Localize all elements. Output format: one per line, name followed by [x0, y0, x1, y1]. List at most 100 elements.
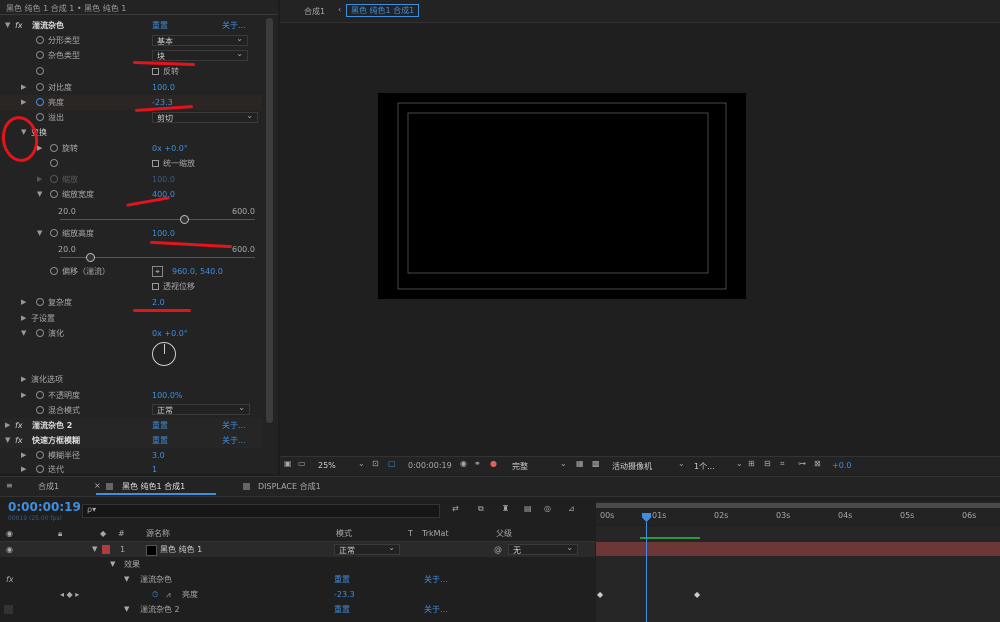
stopwatch-icon[interactable] [36, 36, 44, 44]
stopwatch-icon[interactable]: ⏱ [152, 587, 158, 602]
noise-type-dropdown[interactable]: 块 [152, 48, 248, 61]
perspective-checkbox[interactable] [152, 283, 159, 290]
panel-scrollbar[interactable] [266, 18, 273, 423]
expand-triangle-icon[interactable]: ▶ [21, 95, 26, 110]
keyframe-icon[interactable]: ◆ [597, 590, 603, 599]
reset-link[interactable]: 重置 [334, 572, 350, 587]
sub-settings-row[interactable]: ▶ 子设置 [0, 311, 262, 326]
search-input[interactable]: ρ▾ [82, 504, 440, 518]
fx-icon[interactable]: fx [15, 418, 23, 433]
zoom-select[interactable]: 25% [318, 461, 336, 470]
fractal-type-dropdown[interactable]: 基本 [152, 33, 248, 46]
collapse-triangle-icon[interactable]: ▼ [92, 542, 97, 557]
stopwatch-icon[interactable] [50, 144, 58, 152]
pixel-aspect-icon[interactable]: ⊟ [764, 459, 771, 468]
frame-blending-icon[interactable]: ▤ [524, 504, 532, 513]
camera-select[interactable]: 活动摄像机 [612, 461, 652, 472]
effect-header-fast-box-blur[interactable]: ▼ fx 快速方框模糊 重置 关于... [0, 433, 262, 448]
visibility-eye-icon[interactable]: ◉ [6, 542, 13, 557]
trkmat-header[interactable]: TrkMat [422, 526, 449, 541]
fx-icon[interactable]: fx [15, 18, 23, 33]
expand-triangle-icon[interactable]: ▶ [37, 141, 42, 156]
t-header[interactable]: T [408, 526, 413, 541]
tab-comp-1[interactable]: 合成1 [38, 481, 59, 492]
expand-triangle-icon[interactable]: ▶ [21, 80, 26, 95]
label-icon[interactable]: ◆ [100, 526, 106, 541]
time-ruler[interactable]: 00s 01s 02s 03s 04s 05s 06s [596, 501, 1000, 525]
stopwatch-icon[interactable] [36, 465, 44, 473]
playhead-line[interactable] [646, 522, 647, 622]
keyframe-icon[interactable]: ◆ [694, 590, 700, 599]
motion-blur-icon[interactable]: ◎ [544, 504, 551, 513]
evolution-dial[interactable] [152, 342, 176, 366]
expand-triangle-icon[interactable]: ▶ [21, 462, 26, 474]
expand-triangle-icon[interactable]: ▶ [5, 418, 10, 433]
collapse-triangle-icon[interactable]: ▼ [124, 572, 129, 587]
channel-icon[interactable]: ⚭ [474, 459, 481, 468]
stopwatch-icon[interactable] [50, 267, 58, 275]
close-icon[interactable]: × [94, 481, 101, 490]
about-link[interactable]: 关于... [222, 418, 246, 433]
stopwatch-icon[interactable] [36, 83, 44, 91]
roi-icon[interactable]: ▦ [576, 459, 584, 468]
expand-triangle-icon[interactable]: ▶ [21, 311, 26, 326]
stopwatch-icon[interactable] [36, 51, 44, 59]
color-icon[interactable]: ● [490, 459, 497, 468]
offset-value[interactable]: 960.0, 540.0 [172, 264, 223, 279]
chevron-down-icon[interactable]: ⌄ [678, 459, 685, 468]
eye-icon[interactable]: ◉ [6, 526, 13, 541]
transparency-grid-icon[interactable]: ▩ [592, 459, 600, 468]
contrast-value[interactable]: 100.0 [152, 80, 175, 95]
stopwatch-icon[interactable] [36, 391, 44, 399]
evolution-value[interactable]: 0x +0.0° [152, 326, 188, 341]
chevron-down-icon[interactable]: ⌄ [560, 459, 567, 468]
current-time[interactable]: 0:00:00:19 [8, 500, 81, 514]
overflow-dropdown[interactable]: 剪切 [152, 110, 258, 123]
effect-header-turbulent-noise-2[interactable]: ▶ fx 湍流杂色 2 重置 关于... [0, 418, 262, 433]
collapse-triangle-icon[interactable]: ▼ [37, 187, 42, 202]
close-icon[interactable]: ≡ [6, 481, 13, 490]
about-link[interactable]: 关于... [424, 602, 448, 617]
graph-icon[interactable]: ⩘ [166, 587, 171, 602]
blur-radius-value[interactable]: 3.0 [152, 448, 165, 463]
crosshair-icon[interactable]: ⌖ [152, 266, 163, 277]
camera-icon[interactable]: ◉ [460, 459, 467, 468]
scale-width-slider-handle[interactable] [180, 215, 189, 224]
invert-checkbox[interactable] [152, 68, 159, 75]
expand-triangle-icon[interactable]: ▶ [21, 372, 26, 387]
collapse-triangle-icon[interactable]: ▼ [5, 433, 10, 448]
opacity-value[interactable]: 100.0% [152, 388, 183, 403]
graph-editor-icon[interactable]: ⊿ [568, 504, 575, 513]
stopwatch-icon[interactable] [36, 67, 44, 75]
work-area-bar[interactable] [596, 503, 1000, 508]
layer-color-label[interactable] [102, 545, 110, 554]
stopwatch-icon[interactable] [50, 190, 58, 198]
layer-mode-dropdown[interactable]: 正常 [334, 542, 400, 555]
evolution-options-row[interactable]: ▶ 演化选项 [0, 372, 262, 387]
timeline-icon[interactable]: ⊠ [814, 459, 821, 468]
tab-displace-comp[interactable]: DISPLACE 合成1 [258, 481, 321, 492]
stopwatch-icon[interactable] [36, 451, 44, 459]
fast-preview-icon[interactable]: ⌗ [780, 459, 785, 469]
stopwatch-icon[interactable] [50, 229, 58, 237]
scale-width-slider-track[interactable] [60, 219, 255, 220]
scale-height-value[interactable]: 100.0 [152, 226, 175, 241]
iterations-value[interactable]: 1 [152, 462, 157, 474]
fx-icon[interactable]: fx [15, 433, 23, 448]
source-name-header[interactable]: 源名称 [146, 526, 170, 541]
scale-height-slider-handle[interactable] [86, 253, 95, 262]
rotation-value[interactable]: 0x +0.0° [152, 141, 188, 156]
about-link[interactable]: 关于... [424, 572, 448, 587]
collapse-triangle-icon[interactable]: ▼ [124, 602, 129, 617]
reset-link[interactable]: 重置 [152, 18, 168, 33]
fit-icon[interactable]: ⊡ [372, 459, 379, 468]
shy-icon[interactable]: ♜ [502, 504, 509, 513]
mode-header[interactable]: 模式 [336, 526, 352, 541]
flowchart-icon[interactable]: ⊶ [798, 459, 806, 468]
lock-icon[interactable]: 🔒︎ [58, 526, 62, 541]
stopwatch-icon[interactable] [36, 98, 44, 106]
grid-icon[interactable]: ⊞ [748, 459, 755, 468]
stopwatch-icon[interactable] [36, 113, 44, 121]
resolution-select[interactable]: 完整 [512, 461, 528, 472]
pickwhip-icon[interactable]: @ [494, 542, 502, 557]
